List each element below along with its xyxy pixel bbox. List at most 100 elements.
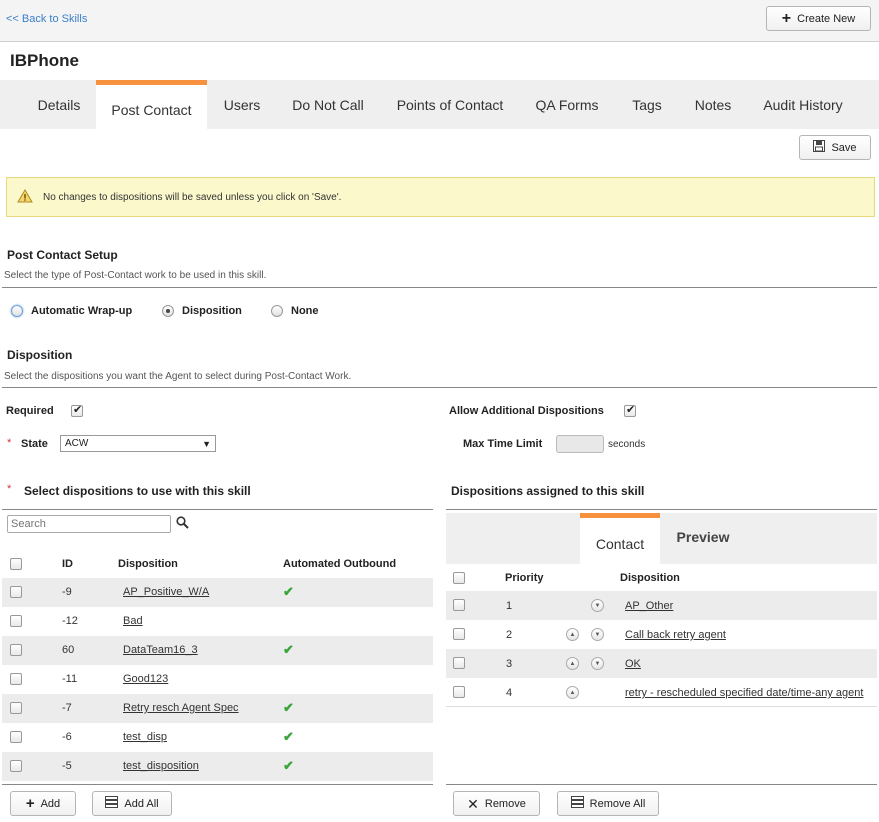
post-contact-setup-desc: Select the type of Post-Contact work to … bbox=[4, 270, 267, 281]
create-new-button[interactable]: + Create New bbox=[766, 6, 871, 31]
move-up-icon[interactable]: ▲ bbox=[566, 657, 579, 670]
row-disposition-link[interactable]: Retry resch Agent Spec bbox=[123, 702, 239, 714]
dropdown-arrow-icon: ▼ bbox=[202, 438, 211, 449]
divider bbox=[2, 784, 433, 785]
divider bbox=[2, 287, 877, 288]
unsaved-changes-alert: No changes to dispositions will be saved… bbox=[6, 177, 875, 217]
list-icon bbox=[105, 796, 119, 811]
select-all-assigned-checkbox[interactable] bbox=[453, 572, 465, 584]
disposition-section-title: Disposition bbox=[7, 348, 73, 362]
required-asterisk: * bbox=[7, 483, 12, 495]
plus-icon: + bbox=[25, 795, 35, 812]
move-down-icon[interactable]: ▼ bbox=[591, 628, 604, 641]
row-disposition-link[interactable]: Call back retry agent bbox=[625, 629, 726, 641]
automated-outbound-check-icon: ✔ bbox=[283, 758, 294, 773]
row-id: -11 bbox=[62, 673, 78, 685]
save-button[interactable]: Save bbox=[799, 135, 871, 160]
row-checkbox[interactable] bbox=[453, 628, 465, 640]
divider bbox=[2, 509, 433, 510]
move-down-icon[interactable]: ▼ bbox=[591, 599, 604, 612]
row-disposition-link[interactable]: Bad bbox=[123, 615, 143, 627]
row-id: -7 bbox=[62, 702, 72, 714]
row-checkbox[interactable] bbox=[10, 760, 22, 772]
move-up-icon[interactable]: ▲ bbox=[566, 686, 579, 699]
right-tab-bar bbox=[446, 513, 877, 564]
row-checkbox[interactable] bbox=[10, 702, 22, 714]
state-select[interactable]: ACW ▼ bbox=[60, 435, 216, 452]
tab-qa-forms[interactable]: QA Forms bbox=[528, 80, 606, 129]
row-id: -12 bbox=[62, 615, 78, 627]
row-checkbox[interactable] bbox=[453, 599, 465, 611]
state-label: State bbox=[21, 438, 48, 450]
row-priority: 1 bbox=[506, 600, 513, 612]
tab-audit-history[interactable]: Audit History bbox=[752, 80, 854, 129]
row-priority: 4 bbox=[506, 687, 513, 699]
tab-points-of-contact[interactable]: Points of Contact bbox=[386, 80, 514, 129]
col-header-id: ID bbox=[62, 558, 73, 570]
disposition-radio[interactable] bbox=[162, 305, 174, 317]
row-priority: 3 bbox=[506, 658, 513, 670]
select-dispositions-title: Select dispositions to use with this ski… bbox=[24, 484, 251, 498]
row-disposition-link[interactable]: test_disp bbox=[123, 731, 167, 743]
tab-post-contact[interactable]: Post Contact bbox=[96, 80, 207, 129]
add-all-button[interactable]: Add All bbox=[92, 791, 172, 816]
required-label: Required bbox=[6, 405, 54, 417]
tab-tags[interactable]: Tags bbox=[622, 80, 672, 129]
page-title: IBPhone bbox=[10, 51, 79, 70]
row-id: -6 bbox=[62, 731, 72, 743]
required-asterisk: * bbox=[7, 437, 12, 449]
list-icon bbox=[570, 796, 584, 811]
tab-contact[interactable]: Contact bbox=[580, 513, 660, 564]
search-input[interactable] bbox=[7, 515, 171, 533]
required-checkbox[interactable] bbox=[71, 403, 83, 417]
back-to-skills-link[interactable]: << Back to Skills bbox=[6, 13, 87, 25]
row-disposition-link[interactable]: retry - rescheduled specified date/time-… bbox=[625, 687, 863, 699]
move-down-icon[interactable]: ▼ bbox=[591, 657, 604, 670]
none-radio-label: None bbox=[291, 305, 319, 317]
alert-text: No changes to dispositions will be saved… bbox=[43, 191, 342, 203]
row-checkbox[interactable] bbox=[10, 731, 22, 743]
row-checkbox[interactable] bbox=[10, 644, 22, 656]
tab-do-not-call[interactable]: Do Not Call bbox=[284, 80, 372, 129]
plus-icon: + bbox=[781, 9, 792, 27]
row-checkbox[interactable] bbox=[10, 586, 22, 598]
automated-outbound-check-icon: ✔ bbox=[283, 642, 294, 657]
col-header-disposition: Disposition bbox=[620, 572, 680, 584]
allow-additional-checkbox[interactable] bbox=[624, 403, 636, 417]
add-button[interactable]: + Add bbox=[10, 791, 76, 816]
close-icon: ✕ bbox=[467, 795, 479, 812]
row-disposition-link[interactable]: OK bbox=[625, 658, 641, 670]
warning-icon bbox=[17, 188, 33, 206]
row-disposition-link[interactable]: AP_Other bbox=[625, 600, 673, 612]
row-id: 60 bbox=[62, 644, 75, 656]
row-priority: 2 bbox=[506, 629, 513, 641]
max-time-input[interactable] bbox=[556, 435, 604, 453]
row-id: -5 bbox=[62, 760, 72, 772]
remove-all-button[interactable]: Remove All bbox=[557, 791, 659, 816]
none-radio[interactable] bbox=[271, 305, 283, 317]
search-icon[interactable] bbox=[176, 516, 189, 532]
tab-notes[interactable]: Notes bbox=[684, 80, 742, 129]
row-checkbox[interactable] bbox=[453, 686, 465, 698]
tab-users[interactable]: Users bbox=[214, 80, 270, 129]
automated-outbound-check-icon: ✔ bbox=[283, 729, 294, 744]
row-disposition-link[interactable]: Good123 bbox=[123, 673, 168, 685]
divider bbox=[446, 509, 877, 510]
row-checkbox[interactable] bbox=[453, 657, 465, 669]
row-disposition-link[interactable]: DataTeam16_3 bbox=[123, 644, 198, 656]
row-disposition-link[interactable]: test_disposition bbox=[123, 760, 199, 772]
tab-details[interactable]: Details bbox=[24, 80, 94, 129]
max-time-label: Max Time Limit bbox=[463, 438, 543, 450]
assigned-dispositions-title: Dispositions assigned to this skill bbox=[451, 484, 645, 498]
automatic-wrapup-radio[interactable] bbox=[11, 305, 23, 317]
select-all-checkbox[interactable] bbox=[10, 558, 22, 570]
row-disposition-link[interactable]: AP_Positive_W/A bbox=[123, 586, 209, 598]
remove-button[interactable]: ✕ Remove bbox=[453, 791, 540, 816]
row-checkbox[interactable] bbox=[10, 673, 22, 685]
top-bar bbox=[0, 0, 879, 42]
row-id: -9 bbox=[62, 586, 72, 598]
move-up-icon[interactable]: ▲ bbox=[566, 628, 579, 641]
col-header-automated-outbound: Automated Outbound bbox=[283, 558, 397, 570]
tab-preview[interactable]: Preview bbox=[664, 513, 742, 560]
row-checkbox[interactable] bbox=[10, 615, 22, 627]
